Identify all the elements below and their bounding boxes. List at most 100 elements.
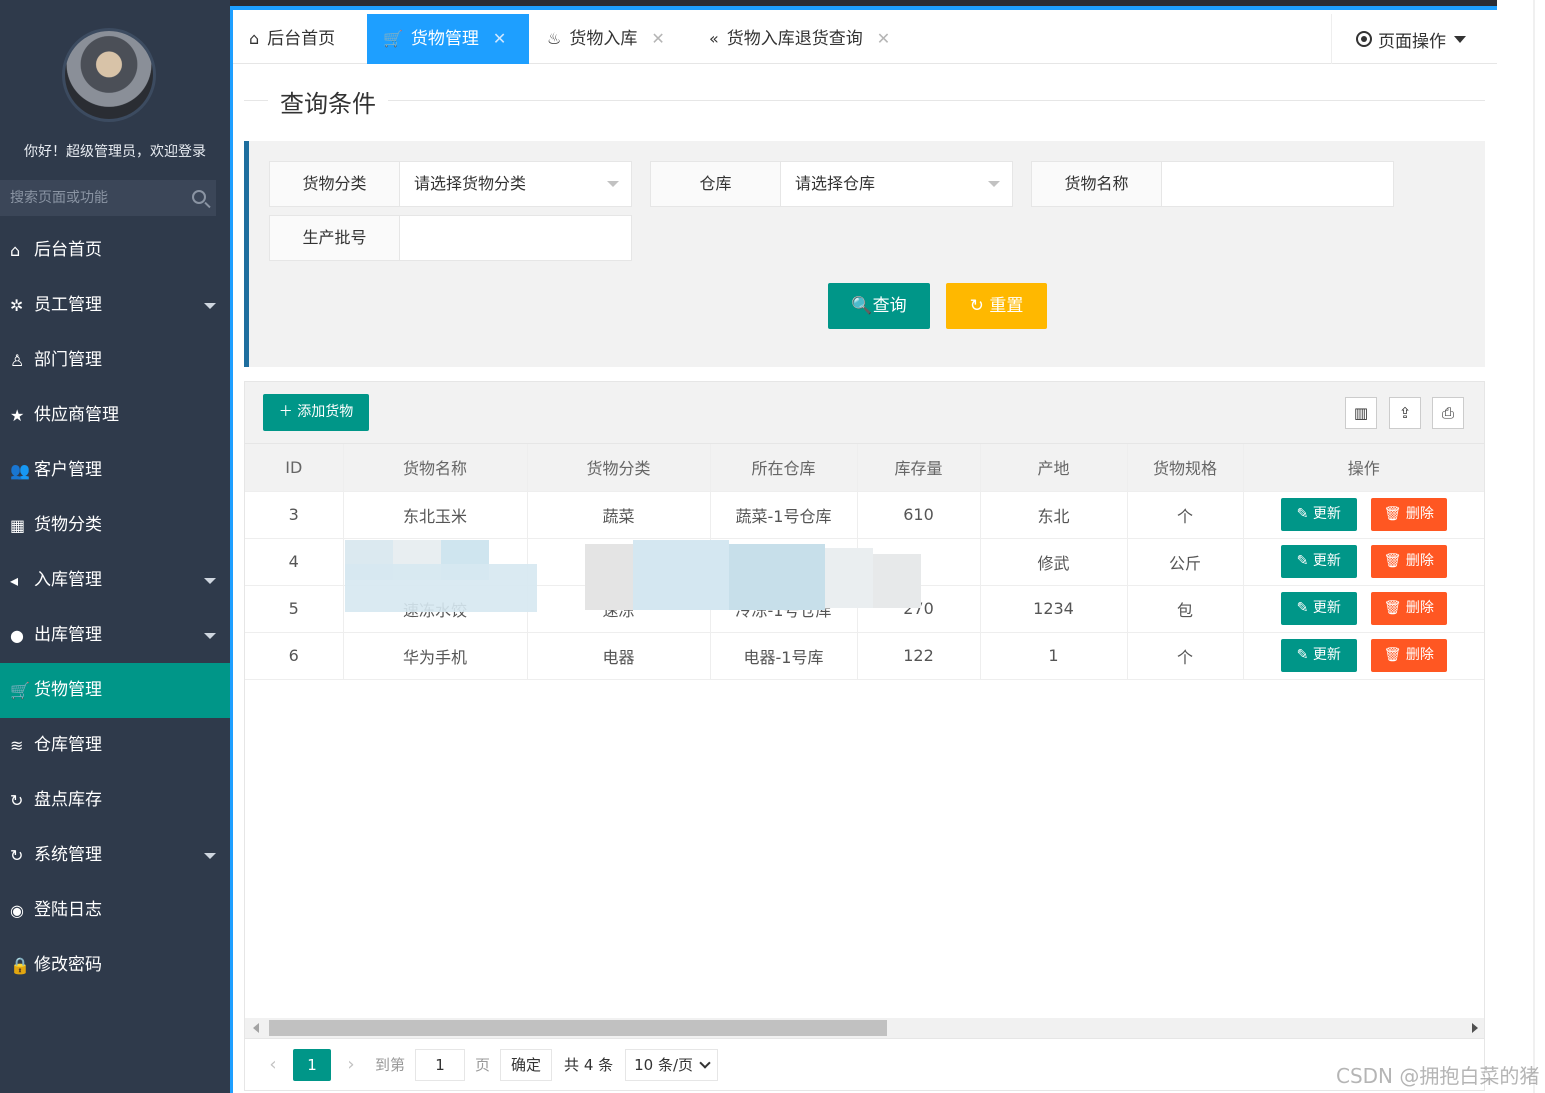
cell-goods-name: 华为手机 — [343, 632, 528, 680]
table-row[interactable]: 4 修武 公斤 ✎ 更新 🗑 删除 — [245, 538, 1484, 586]
avatar[interactable] — [62, 28, 156, 122]
sidebar-item-system[interactable]: ↻ 系统管理 — [0, 828, 230, 883]
watermark: CSDN @拥抱白菜的猪 — [1336, 1064, 1540, 1088]
sidebar-item-supplier[interactable]: ★ 供应商管理 — [0, 388, 230, 443]
reset-button[interactable]: ↻ 重置 — [946, 283, 1047, 329]
sidebar-item-warehouse[interactable]: ≋ 仓库管理 — [0, 718, 230, 773]
header-id[interactable]: ID — [245, 444, 344, 492]
cart-icon: 🛒 — [10, 681, 30, 700]
cell-id: 5 — [245, 585, 344, 633]
trash-icon: 🗑 — [1383, 647, 1406, 663]
warehouse-select-value: 请选择仓库 — [795, 174, 876, 193]
print-button[interactable]: ⎙ — [1432, 397, 1464, 429]
table-row[interactable]: 3 东北玉米 蔬菜 蔬菜-1号仓库 610 东北 个 ✎ 更新 🗑 删除 — [245, 491, 1484, 539]
delete-button[interactable]: 🗑 删除 — [1370, 498, 1447, 531]
sidebar-item-inbound[interactable]: ◂ 入库管理 — [0, 553, 230, 608]
close-icon[interactable]: ✕ — [493, 14, 506, 64]
goto-confirm-button[interactable]: 确定 — [500, 1048, 553, 1081]
caret-down-icon — [204, 578, 216, 584]
delete-button[interactable]: 🗑 删除 — [1370, 639, 1447, 672]
close-icon[interactable]: ✕ — [651, 14, 664, 64]
batch-input[interactable] — [414, 216, 631, 260]
search-icon[interactable] — [192, 190, 206, 204]
cell-goods-name: 东北玉米 — [343, 491, 528, 539]
batch-label: 生产批号 — [270, 216, 400, 260]
caret-down-icon — [988, 181, 1000, 187]
weibo-icon: ◉ — [10, 901, 24, 920]
sidebar-item-home[interactable]: ⌂ 后台首页 — [0, 223, 230, 278]
cell-warehouse: 电器-1号库 — [710, 632, 858, 680]
sidebar-item-inventory[interactable]: ↻ 盘点库存 — [0, 773, 230, 828]
page-operations-dropdown[interactable]: 页面操作 — [1331, 14, 1497, 64]
goods-table: ID 货物名称 货物分类 所在仓库 库存量 产地 货物规格 操作 3 东北玉米 … — [245, 444, 1484, 680]
edit-button[interactable]: ✎ 更新 — [1280, 639, 1357, 672]
goods-name-input[interactable] — [1176, 162, 1393, 206]
scroll-track[interactable] — [1533, 0, 1535, 1093]
header-stock[interactable]: 库存量 — [857, 444, 981, 492]
edit-button[interactable]: ✎ 更新 — [1280, 498, 1357, 531]
delete-button[interactable]: 🗑 删除 — [1370, 592, 1447, 625]
sidebar-item-login-log[interactable]: ◉ 登陆日志 — [0, 883, 230, 938]
sidebar-item-label: 部门管理 — [34, 350, 102, 370]
tab-home[interactable]: ⌂ 后台首页 — [233, 14, 367, 64]
sidebar-item-goods[interactable]: 🛒 货物管理 — [0, 663, 230, 718]
sidebar-item-label: 登陆日志 — [34, 900, 102, 920]
goto-page-input[interactable]: 1 — [415, 1048, 466, 1081]
sidebar-item-category[interactable]: ▦ 货物分类 — [0, 498, 230, 553]
warehouse-select[interactable]: 请选择仓库 — [781, 162, 1012, 206]
cell-actions: ✎ 更新 🗑 删除 — [1243, 632, 1484, 680]
scrollbar-thumb[interactable] — [269, 1020, 887, 1036]
search-button-label: 查询 — [872, 296, 907, 316]
export-button[interactable]: ⇪ — [1389, 397, 1421, 429]
query-panel: 货物分类 请选择货物分类 仓库 请选择仓库 货物名称 生产批号 🔍查询 ↻ 重置 — [244, 141, 1485, 367]
header-origin[interactable]: 产地 — [980, 444, 1128, 492]
edit-button[interactable]: ✎ 更新 — [1280, 592, 1357, 625]
tab-goods-inbound[interactable]: ♨ 货物入库 ✕ — [531, 14, 691, 64]
sidebar-item-customer[interactable]: 👥 客户管理 — [0, 443, 230, 498]
table-row[interactable]: 6 华为手机 电器 电器-1号库 122 1 个 ✎ 更新 🗑 删除 — [245, 632, 1484, 680]
category-select[interactable]: 请选择货物分类 — [400, 162, 631, 206]
sidebar: 你好！超级管理员，欢迎登录 ⌂ 后台首页 ✲ 员工管理 ♙ 部门管理 ★ 供应商管理 👥… — [0, 0, 230, 1093]
next-page-icon[interactable]: › — [337, 1054, 365, 1075]
home-icon: ⌂ — [249, 29, 260, 48]
columns-filter-button[interactable]: ▥ — [1345, 397, 1377, 429]
edit-button[interactable]: ✎ 更新 — [1280, 545, 1357, 578]
cell-id: 3 — [245, 491, 344, 539]
tab-goods-management[interactable]: 🛒 货物管理 ✕ — [367, 14, 529, 64]
trash-icon: 🗑 — [1383, 553, 1406, 569]
query-section-title: 查询条件 — [244, 84, 1485, 119]
close-icon[interactable]: ✕ — [877, 14, 890, 64]
sidebar-item-staff[interactable]: ✲ 员工管理 — [0, 278, 230, 333]
pagination: ‹ 1 › 到第 1 页 确定 共 4 条 10 条/页 — [245, 1038, 1484, 1090]
page-current[interactable]: 1 — [293, 1048, 331, 1081]
user-outline-icon: ♙ — [10, 351, 25, 370]
tab-inbound-return-query[interactable]: « 货物入库退货查询 ✕ — [693, 14, 913, 64]
per-page-select[interactable]: 10 条/页 — [625, 1048, 719, 1081]
cell-category: 电器 — [527, 632, 711, 680]
add-goods-button[interactable]: ＋ 添加货物 — [263, 394, 369, 431]
sidebar-item-outbound[interactable]: ● 出库管理 — [0, 608, 230, 663]
horizontal-scrollbar[interactable] — [245, 1018, 1484, 1038]
prev-page-icon[interactable]: ‹ — [259, 1054, 287, 1075]
sidebar-item-password[interactable]: 🔒 修改密码 — [0, 938, 230, 993]
gear-icon: ✲ — [10, 296, 24, 315]
pencil-icon: ✎ — [1296, 553, 1313, 569]
cell-spec: 个 — [1127, 632, 1244, 680]
cell-origin: 1 — [980, 632, 1128, 680]
sidebar-item-label: 出库管理 — [34, 625, 102, 645]
delete-button[interactable]: 🗑 删除 — [1370, 545, 1447, 578]
speaker-icon: ◂ — [10, 571, 19, 590]
sidebar-search-input[interactable] — [0, 180, 180, 216]
trash-icon: 🗑 — [1383, 600, 1406, 616]
sidebar-item-department[interactable]: ♙ 部门管理 — [0, 333, 230, 388]
header-goods-name[interactable]: 货物名称 — [343, 444, 528, 492]
search-button[interactable]: 🔍查询 — [828, 283, 930, 329]
scroll-right-icon[interactable] — [1472, 1023, 1478, 1033]
header-warehouse[interactable]: 所在仓库 — [710, 444, 858, 492]
grid-icon: ▦ — [10, 516, 26, 535]
header-category[interactable]: 货物分类 — [527, 444, 711, 492]
header-spec[interactable]: 货物规格 — [1127, 444, 1244, 492]
table-row[interactable]: 5 速冻水饺 速冻 冷冻-1号仓库 270 1234 包 ✎ 更新 🗑 删除 — [245, 585, 1484, 633]
fire-icon: ♨ — [547, 29, 562, 48]
scroll-left-icon[interactable] — [253, 1023, 259, 1033]
